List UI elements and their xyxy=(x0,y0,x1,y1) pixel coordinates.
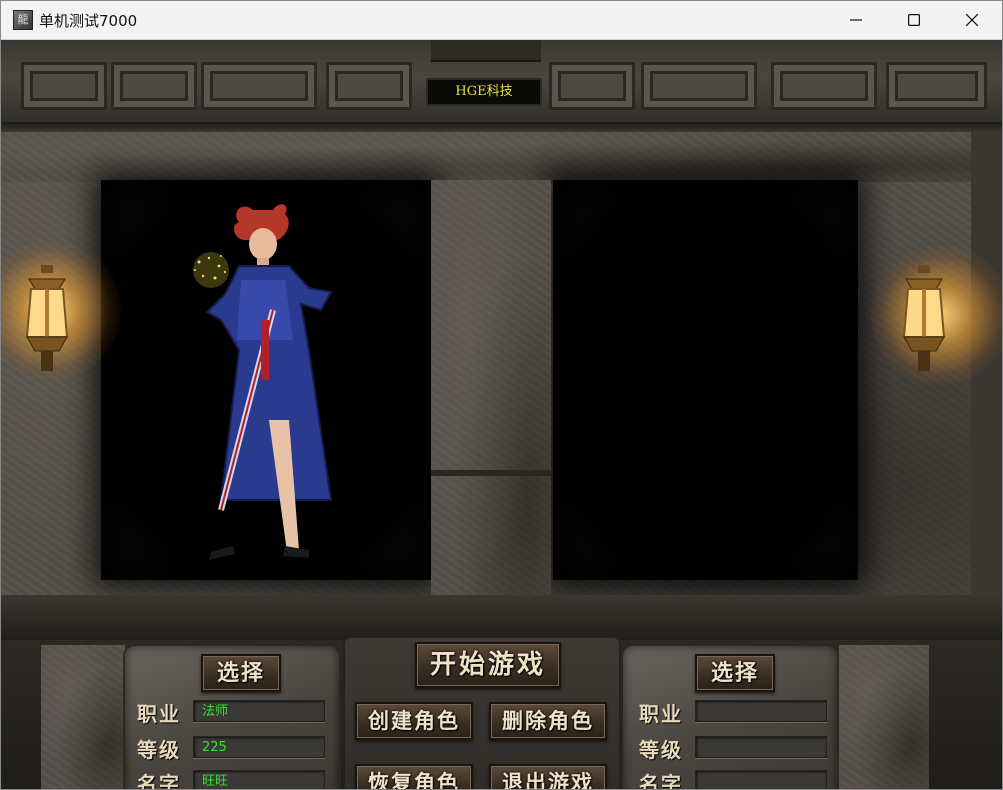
title-bar[interactable]: 龍 单机测试7000 xyxy=(1,1,1002,40)
wall-edge xyxy=(971,132,1002,652)
left-select-button[interactable]: 选择 xyxy=(201,654,281,692)
close-button[interactable] xyxy=(943,1,1001,39)
frieze-keystone xyxy=(431,40,541,62)
stone-frieze: HGE科技 xyxy=(1,40,1002,132)
left-job-field: 法师 xyxy=(193,700,325,722)
frieze-ornament xyxy=(201,62,317,110)
frieze-ornament xyxy=(771,62,877,110)
app-icon: 龍 xyxy=(13,10,33,30)
left-name-field: 旺旺 xyxy=(193,770,325,789)
window-title: 单机测试7000 xyxy=(39,12,138,30)
game-window: 龍 单机测试7000 HGE科技 选择 职业 法师 等级 225 名字 旺旺 开… xyxy=(0,0,1003,790)
right-job-field xyxy=(695,700,827,722)
title-plaque: HGE科技 xyxy=(426,78,542,106)
left-job-label: 职业 xyxy=(137,702,181,726)
right-base-pillar xyxy=(839,645,929,789)
frieze-ornament xyxy=(641,62,757,110)
frieze-ornament xyxy=(886,62,987,110)
right-level-label: 等级 xyxy=(639,738,683,762)
wall-lintel xyxy=(1,132,1002,182)
right-select-button[interactable]: 选择 xyxy=(695,654,775,692)
delete-role-button[interactable]: 删除角色 xyxy=(489,702,607,740)
exit-game-button[interactable]: 退出游戏 xyxy=(489,764,607,789)
right-job-label: 职业 xyxy=(639,702,683,726)
right-lamp-icon xyxy=(902,265,946,371)
maximize-button[interactable] xyxy=(885,1,943,39)
frieze-ornament xyxy=(21,62,107,110)
frieze-shadow xyxy=(1,122,1002,132)
right-name-field xyxy=(695,770,827,789)
left-character-panel: 选择 职业 法师 等级 225 名字 旺旺 xyxy=(123,644,341,790)
left-level-field: 225 xyxy=(193,736,325,758)
right-name-label: 名字 xyxy=(639,772,683,790)
minimize-icon xyxy=(850,19,862,21)
maximize-icon xyxy=(908,14,920,26)
left-name-label: 名字 xyxy=(137,772,181,790)
right-character-alcove[interactable] xyxy=(553,180,858,580)
minimize-button[interactable] xyxy=(827,1,885,39)
left-lamp-icon xyxy=(25,265,69,371)
start-game-button[interactable]: 开始游戏 xyxy=(415,642,561,688)
restore-role-button[interactable]: 恢复角色 xyxy=(355,764,473,789)
create-role-button[interactable]: 创建角色 xyxy=(355,702,473,740)
action-panel: 开始游戏 创建角色 删除角色 恢复角色 退出游戏 xyxy=(343,636,621,789)
pillar-crack xyxy=(431,470,551,476)
frieze-ornament xyxy=(326,62,412,110)
right-character-panel: 选择 职业 等级 名字 xyxy=(621,644,839,790)
frieze-ornament xyxy=(111,62,197,110)
close-icon xyxy=(966,14,978,26)
left-level-label: 等级 xyxy=(137,738,181,762)
mage-character-sprite[interactable] xyxy=(181,200,371,570)
frieze-ornament xyxy=(549,62,635,110)
right-level-field xyxy=(695,736,827,758)
character-select-scene: HGE科技 选择 职业 法师 等级 225 名字 旺旺 开始游戏 创建角色 删除… xyxy=(1,40,1002,790)
left-base-pillar xyxy=(41,645,125,789)
center-pillar xyxy=(431,180,551,650)
